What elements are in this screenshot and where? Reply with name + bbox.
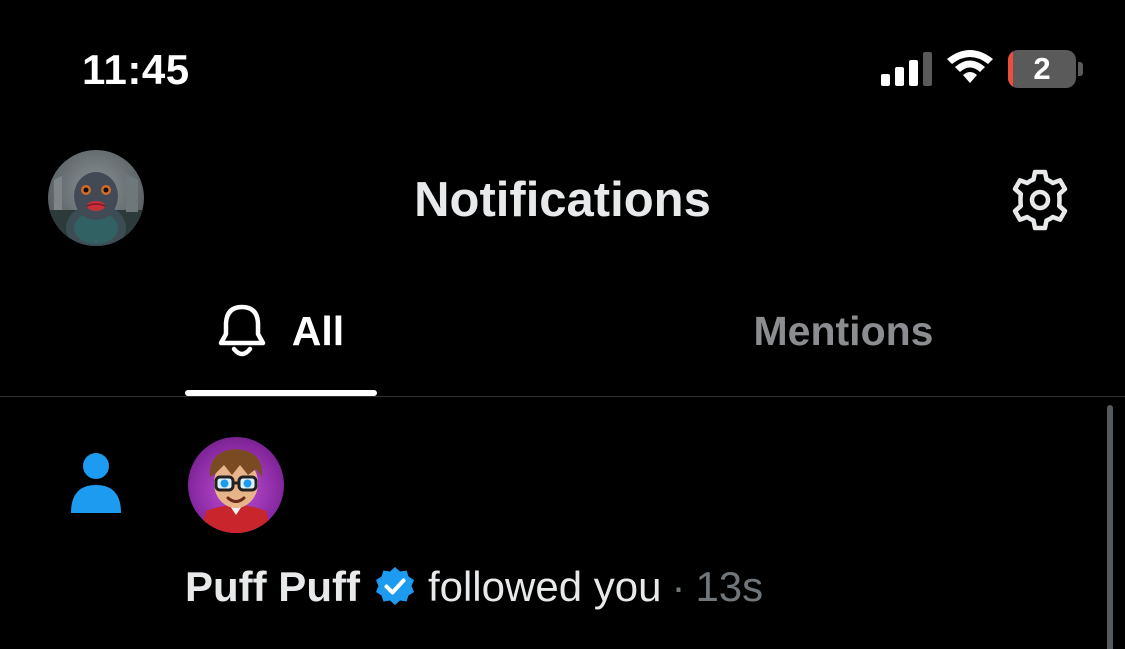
notification-time: 13s (695, 563, 764, 610)
status-time: 11:45 (82, 46, 190, 93)
cartoon-avatar-image (200, 449, 272, 533)
follower-name[interactable]: Puff Puff (185, 559, 360, 615)
scrollbar[interactable] (1107, 405, 1113, 649)
notification-item[interactable]: Puff Puff followed you · 13s (0, 397, 1125, 649)
verified-badge-icon (375, 567, 414, 605)
battery-icon: 2 (1008, 50, 1076, 88)
notification-separator: · (671, 563, 686, 610)
battery-level: 2 (1033, 51, 1051, 86)
follower-avatar[interactable] (188, 437, 284, 533)
tab-all[interactable]: All (0, 300, 562, 396)
notification-text: Puff Puff followed you · 13s (185, 559, 763, 615)
bell-icon (218, 304, 266, 357)
signal-bar-2 (895, 67, 904, 86)
tab-mentions[interactable]: Mentions (562, 300, 1125, 396)
tab-mentions-label: Mentions (753, 308, 934, 354)
signal-bar-4 (923, 52, 932, 86)
battery-tip (1078, 62, 1083, 76)
wifi-icon (947, 50, 993, 83)
person-icon (71, 453, 121, 513)
notification-action: followed you (427, 563, 662, 610)
page-title: Notifications (414, 173, 711, 227)
cellular-signal-icon (881, 52, 932, 86)
signal-bar-3 (909, 60, 918, 86)
notifications-screen: 11:45 2 Notifications All Mentions Puff … (0, 0, 1125, 649)
tab-all-label: All (291, 308, 345, 354)
signal-bar-1 (881, 74, 890, 86)
gear-icon[interactable] (1008, 168, 1072, 232)
